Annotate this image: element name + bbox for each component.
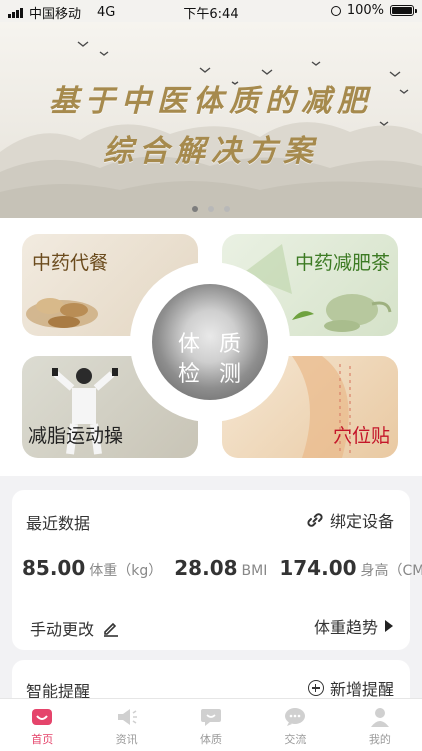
bind-device-label: 绑定设备 — [329, 512, 394, 531]
battery-icon — [390, 5, 417, 16]
add-circle-icon — [307, 680, 324, 696]
card-label: 穴位贴 — [332, 425, 390, 447]
bmi-value: 28.08 — [174, 556, 238, 580]
carousel-indicator — [0, 206, 422, 212]
carousel-dot[interactable] — [192, 206, 198, 212]
tab-label: 首页 — [31, 733, 54, 746]
bmi-unit: BMI — [241, 563, 268, 579]
pencil-icon — [104, 622, 119, 637]
home-icon — [31, 707, 53, 727]
profile-icon — [369, 707, 391, 727]
section-title: 最近数据 — [26, 514, 91, 533]
banner-carousel[interactable]: 基于中医体质的减肥 综合解决方案 — [0, 22, 422, 218]
orientation-lock-icon — [330, 5, 341, 16]
tab-community[interactable]: 交流 — [253, 699, 337, 751]
recent-data-card: 最近数据 绑定设备 85.00 体重（kg） 28.08 BMI 174.00 … — [12, 490, 422, 650]
tab-home[interactable]: 首页 — [0, 699, 84, 751]
tab-label: 我的 — [368, 733, 391, 746]
constitution-test-label-2: 检 测 — [178, 362, 247, 387]
card-label: 中药代餐 — [32, 252, 109, 274]
tab-label: 交流 — [284, 733, 307, 746]
weight-value: 85.00 — [22, 556, 86, 580]
tab-news[interactable]: 资讯 — [84, 699, 168, 751]
carousel-dot[interactable] — [208, 206, 214, 212]
tab-label: 体质 — [200, 733, 223, 746]
constitution-test-button[interactable]: 体 质 检 测 — [130, 248, 290, 448]
weight-unit: 体重（kg） — [89, 563, 163, 579]
link-icon — [307, 513, 323, 527]
bottom-tab-bar: 首页 资讯 体质 交流 我的 — [0, 698, 422, 751]
height-unit: 身高（CM） — [360, 563, 422, 579]
tab-constitution[interactable]: 体质 — [169, 699, 253, 751]
battery-percent: 100% — [346, 3, 384, 18]
constitution-icon — [200, 707, 222, 727]
manual-edit-label: 手动更改 — [30, 620, 95, 639]
banner-headline: 基于中医体质的减肥 — [49, 84, 373, 119]
tab-label: 资讯 — [115, 733, 138, 746]
card-label: 减脂运动操 — [28, 425, 124, 447]
add-reminder-button[interactable]: 新增提醒 — [307, 676, 394, 700]
constitution-test-label-1: 体 质 — [178, 332, 247, 357]
banner-subheadline: 综合解决方案 — [103, 134, 319, 169]
bind-device-button[interactable]: 绑定设备 — [306, 508, 394, 532]
card-label: 中药减肥茶 — [294, 252, 390, 274]
caret-right-icon — [385, 620, 393, 632]
status-bar: 中国移动 4G 下午6:44 100% — [0, 0, 422, 22]
mountain-landscape-image — [0, 41, 422, 218]
feature-grid: 中药代餐 中药减肥茶 减脂运动操 穴位贴 体 质 检 测 — [0, 218, 422, 476]
carousel-dot[interactable] — [224, 206, 230, 212]
chat-icon — [284, 707, 306, 727]
tab-profile[interactable]: 我的 — [338, 699, 422, 751]
news-icon — [116, 707, 138, 727]
add-reminder-label: 新增提醒 — [329, 680, 394, 699]
weight-trend-label: 体重趋势 — [313, 618, 378, 637]
height-value: 174.00 — [279, 556, 357, 580]
stats-row: 85.00 体重（kg） 28.08 BMI 174.00 身高（CM） — [22, 556, 422, 580]
weight-trend-button[interactable]: 体重趋势 — [314, 614, 394, 638]
manual-edit-button[interactable]: 手动更改 — [30, 616, 120, 640]
